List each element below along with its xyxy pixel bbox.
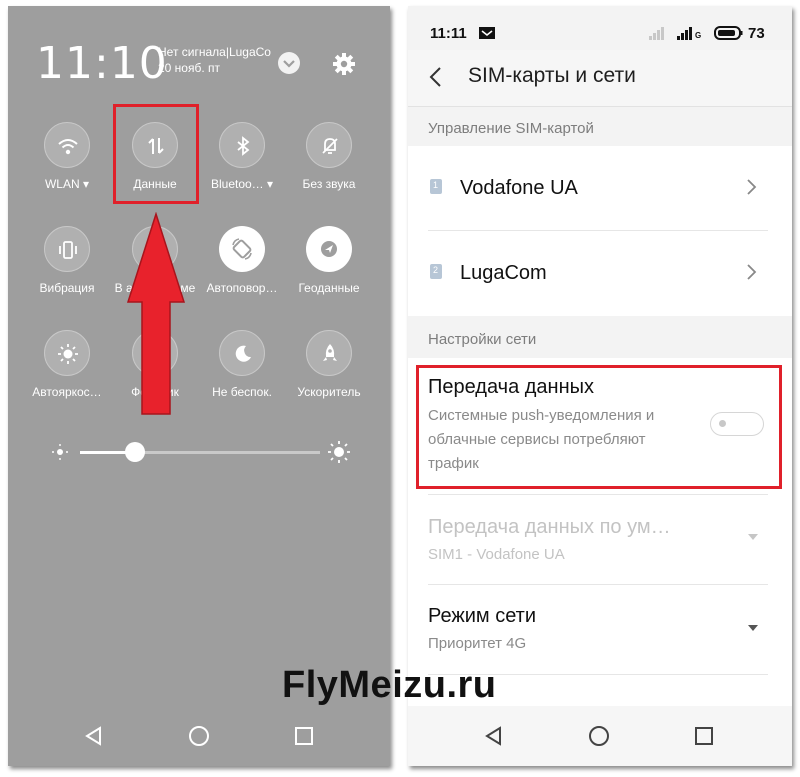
brightness-slider-thumb[interactable] bbox=[125, 442, 145, 462]
auto-brightness-icon bbox=[58, 344, 78, 364]
network-mode-subtitle: Приоритет 4G bbox=[428, 635, 527, 652]
left-phone-screen: 11:10 Нет сигнала|LugaCo 20 нояб. пт WLA… bbox=[8, 6, 390, 766]
do-not-disturb-icon bbox=[235, 345, 251, 362]
dropdown-arrow-icon bbox=[748, 534, 758, 540]
signal-status: Нет сигнала|LugaCo 20 нояб. пт bbox=[158, 44, 271, 76]
sun-large-icon bbox=[326, 439, 352, 470]
network-type: G bbox=[695, 31, 702, 40]
mute-tile[interactable] bbox=[306, 122, 352, 168]
tile-label: Вибрация bbox=[39, 281, 95, 295]
tile-label: Автояркос… bbox=[32, 385, 102, 399]
battery-level: 73 bbox=[748, 25, 765, 42]
sim1-icon: 1 bbox=[430, 179, 442, 194]
location-tile[interactable] bbox=[306, 226, 352, 272]
navigation-bar bbox=[408, 706, 792, 766]
recents-icon[interactable] bbox=[692, 724, 716, 748]
home-icon[interactable] bbox=[587, 724, 611, 748]
recents-icon[interactable] bbox=[292, 724, 316, 748]
tile-label: Автоповор… bbox=[206, 281, 278, 295]
navigation-bar bbox=[8, 706, 390, 766]
chevron-down-icon bbox=[283, 60, 295, 68]
do-not-disturb-tile[interactable] bbox=[219, 330, 265, 376]
highlight-box bbox=[113, 104, 199, 204]
watermark: FlyMeizu.ru bbox=[282, 664, 497, 706]
back-icon[interactable] bbox=[82, 724, 106, 748]
divider bbox=[428, 584, 768, 585]
tile-label: WLAN ▾ bbox=[44, 177, 90, 191]
date-text: 20 нояб. пт bbox=[158, 61, 221, 75]
network-mode-title: Режим сети bbox=[428, 605, 537, 627]
sun-small-icon bbox=[50, 442, 70, 467]
home-icon[interactable] bbox=[187, 724, 211, 748]
booster-tile[interactable] bbox=[306, 330, 352, 376]
auto-rotate-icon bbox=[232, 238, 252, 260]
rocket-icon bbox=[323, 344, 337, 361]
default-data-title: Передача данных по ум… bbox=[428, 516, 671, 538]
back-icon[interactable] bbox=[482, 724, 506, 748]
chevron-right-icon bbox=[747, 179, 757, 195]
signal-sim1-icon bbox=[649, 27, 664, 40]
battery-icon bbox=[714, 26, 743, 40]
clock: 11:10 bbox=[36, 38, 168, 89]
location-icon bbox=[321, 241, 337, 257]
tile-label: Геоданные bbox=[298, 281, 360, 295]
sim-name: Vodafone UA bbox=[460, 177, 578, 199]
wifi-icon bbox=[58, 139, 78, 155]
auto-rotate-tile[interactable] bbox=[219, 226, 265, 272]
gear-icon bbox=[333, 53, 355, 75]
expand-button[interactable] bbox=[278, 52, 300, 74]
bluetooth-icon bbox=[237, 136, 250, 156]
notification-icon bbox=[479, 27, 495, 39]
network-mode-item[interactable] bbox=[408, 591, 792, 671]
sim-name: LugaCom bbox=[460, 262, 547, 284]
signal-sim2-icon bbox=[677, 27, 692, 40]
sim2-icon: 2 bbox=[430, 264, 442, 279]
chevron-right-icon bbox=[747, 264, 757, 280]
bluetooth-tile[interactable] bbox=[219, 122, 265, 168]
tile-label: Bluetoo… ▾ bbox=[210, 177, 274, 191]
section-header-network: Настройки сети bbox=[428, 331, 537, 348]
vibration-icon bbox=[59, 241, 77, 259]
section-header-sim: Управление SIM-картой bbox=[428, 120, 594, 137]
tile-label: Не беспок. bbox=[212, 385, 272, 399]
highlight-box bbox=[416, 365, 782, 489]
auto-brightness-tile[interactable] bbox=[44, 330, 90, 376]
dropdown-arrow-icon bbox=[748, 625, 758, 631]
status-time: 11:11 bbox=[430, 25, 467, 42]
back-arrow-icon[interactable] bbox=[426, 65, 446, 89]
settings-button[interactable] bbox=[330, 50, 358, 83]
wlan-tile[interactable] bbox=[44, 122, 90, 168]
right-phone-screen: 11:11 G 73 SIM-карты и сети Управление S… bbox=[408, 6, 792, 766]
divider bbox=[428, 494, 768, 495]
mute-icon bbox=[322, 138, 338, 154]
tile-label: Ускоритель bbox=[297, 385, 361, 399]
vibration-tile[interactable] bbox=[44, 226, 90, 272]
tile-label: Без звука bbox=[302, 177, 356, 191]
signal-text: Нет сигнала|LugaCo bbox=[158, 45, 271, 59]
page-title: SIM-карты и сети bbox=[468, 64, 636, 87]
red-arrow-annotation bbox=[126, 212, 186, 415]
default-data-subtitle: SIM1 - Vodafone UA bbox=[428, 546, 565, 563]
